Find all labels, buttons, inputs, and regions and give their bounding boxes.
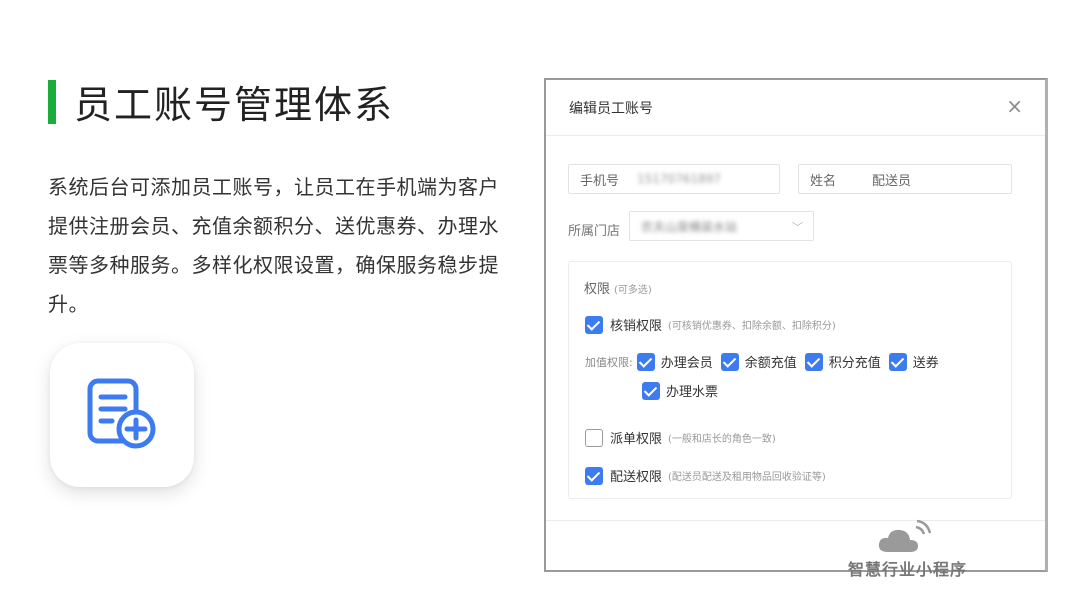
feature-description: 系统后台可添加员工账号，让员工在手机端为客户提供注册会员、充值余额积分、送优惠券… xyxy=(48,175,499,316)
add-value-item-water-ticket[interactable]: 办理水票 xyxy=(642,381,718,400)
water-ticket-checkbox[interactable] xyxy=(642,381,660,400)
edit-staff-dialog: 编辑员工账号 × 手机号 15170761897 姓名 配送员 所属门店 农夫山… xyxy=(544,78,1048,572)
add-value-permissions: 加值权限: 办理会员 余额充值 积分充值 送券 xyxy=(585,352,947,371)
membership-checkbox[interactable] xyxy=(636,352,655,371)
permissions-title: 权限 (可多选) xyxy=(584,278,652,297)
writeoff-checkbox[interactable] xyxy=(585,315,603,334)
add-value-item-coupon[interactable]: 送券 xyxy=(888,352,939,371)
balance-checkbox[interactable] xyxy=(720,352,739,371)
add-value-item-membership[interactable]: 办理会员 xyxy=(636,352,713,371)
points-label: 积分充值 xyxy=(828,356,881,371)
document-add-icon xyxy=(87,378,156,449)
phone-label: 手机号 xyxy=(580,173,620,189)
page-title: 员工账号管理体系 xyxy=(74,83,395,127)
delivery-label: 配送权限 xyxy=(610,470,663,485)
store-value: 农夫山泉桶装水站 xyxy=(641,219,738,234)
dialog-header: 编辑员工账号 × xyxy=(546,80,1045,136)
delivery-permission[interactable]: 配送权限 (配送员配送及租用物品回收验证等) xyxy=(585,466,826,485)
water-ticket-label: 办理水票 xyxy=(666,385,719,400)
name-field[interactable]: 姓名 配送员 xyxy=(798,164,1012,194)
membership-label: 办理会员 xyxy=(660,356,713,371)
dialog-title: 编辑员工账号 xyxy=(569,101,653,117)
phone-value: 15170761897 xyxy=(637,172,721,186)
dispatch-note: (一般和店长的角色一致) xyxy=(668,434,776,445)
cloud-signal-icon xyxy=(878,519,932,552)
permissions-hint: (可多选) xyxy=(614,285,652,296)
add-value-label: 加值权限: xyxy=(585,355,633,369)
store-select[interactable]: 农夫山泉桶装水站 ﹀ xyxy=(629,211,814,241)
name-label: 姓名 xyxy=(810,173,837,189)
chevron-down-icon: ﹀ xyxy=(792,221,803,234)
watermark: 智慧行业小程序 xyxy=(848,518,978,580)
dispatch-permission[interactable]: 派单权限 (一般和店长的角色一致) xyxy=(585,428,776,447)
writeoff-permission[interactable]: 核销权限 (可核销优惠券、扣除余额、扣除积分) xyxy=(585,315,836,334)
coupon-checkbox[interactable] xyxy=(888,352,907,371)
balance-label: 余额充值 xyxy=(744,356,797,371)
coupon-label: 送券 xyxy=(912,356,939,371)
delivery-note: (配送员配送及租用物品回收验证等) xyxy=(668,472,826,483)
phone-field[interactable]: 手机号 15170761897 xyxy=(568,164,780,194)
writeoff-label: 核销权限 xyxy=(610,319,663,334)
delivery-checkbox[interactable] xyxy=(585,466,603,485)
close-icon[interactable]: × xyxy=(1006,94,1023,118)
dispatch-checkbox[interactable] xyxy=(585,428,603,447)
add-value-item-balance[interactable]: 余额充值 xyxy=(720,352,797,371)
app-icon-tile xyxy=(50,343,194,487)
dispatch-label: 派单权限 xyxy=(610,432,663,447)
store-label: 所属门店 xyxy=(568,224,621,239)
add-value-item-points[interactable]: 积分充值 xyxy=(804,352,881,371)
points-checkbox[interactable] xyxy=(804,352,823,371)
permissions-title-text: 权限 xyxy=(584,282,611,297)
accent-bar xyxy=(48,79,56,124)
section-heading: 员工账号管理体系 xyxy=(48,74,394,129)
writeoff-note: (可核销优惠券、扣除余额、扣除积分) xyxy=(668,321,836,332)
watermark-text: 智慧行业小程序 xyxy=(848,560,968,579)
permissions-panel: 权限 (可多选) 核销权限 (可核销优惠券、扣除余额、扣除积分) 加值权限: 办理… xyxy=(568,261,1012,499)
name-value: 配送员 xyxy=(872,173,912,189)
